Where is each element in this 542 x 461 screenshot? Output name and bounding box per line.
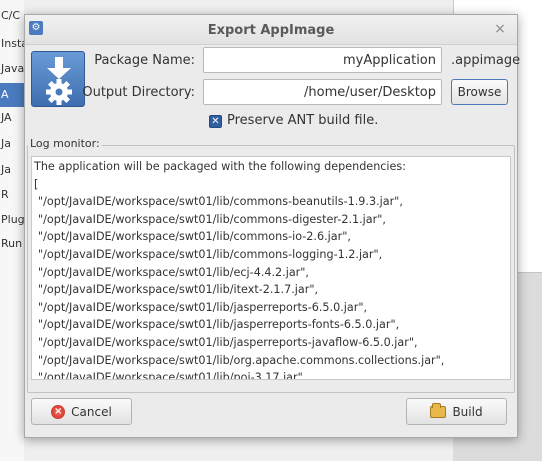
dialog-titlebar[interactable]: ⚙ Export AppImage ×	[25, 15, 517, 45]
background-tree-item: A	[0, 83, 24, 107]
log-line: "/opt/JavaIDE/workspace/swt01/lib/org.ap…	[38, 353, 445, 367]
background-tree-item: Java	[1, 62, 24, 75]
background-tree-item: Plug	[1, 213, 24, 226]
log-line: "/opt/JavaIDE/workspace/swt01/lib/common…	[38, 247, 383, 261]
package-name-input[interactable]	[203, 47, 442, 73]
browse-button[interactable]: Browse	[451, 79, 508, 105]
background-tree-item: C/C	[1, 9, 21, 22]
background-tree-item: Run	[1, 237, 23, 250]
build-button-label: Build	[452, 404, 483, 419]
background-tree-item: JA	[1, 111, 12, 124]
background-tree-item: R	[1, 188, 9, 201]
log-line: "/opt/JavaIDE/workspace/swt01/lib/common…	[38, 212, 386, 226]
background-tree-item: Insta	[1, 37, 24, 50]
build-button[interactable]: Build	[406, 398, 507, 425]
folder-icon	[430, 402, 447, 418]
close-button[interactable]: ×	[493, 22, 507, 36]
log-line: "/opt/JavaIDE/workspace/swt01/lib/jasper…	[38, 300, 368, 314]
package-suffix-label: .appimage	[451, 53, 521, 68]
dialog-title: Export AppImage	[207, 23, 335, 38]
package-name-label: Package Name:	[94, 53, 195, 68]
background-tree-item: Ja	[1, 163, 11, 176]
export-appimage-dialog: ⚙ Export AppImage × Package Name: .appim…	[24, 14, 521, 438]
log-line: "/opt/JavaIDE/workspace/swt01/lib/poi-3.…	[38, 371, 307, 380]
log-line: "/opt/JavaIDE/workspace/swt01/lib/ecj-4.…	[38, 265, 309, 279]
output-directory-input[interactable]	[203, 79, 442, 105]
log-line: The application will be packaged with th…	[34, 160, 407, 173]
log-monitor-legend: Log monitor:	[28, 137, 102, 150]
preserve-ant-label[interactable]: Preserve ANT build file.	[227, 113, 378, 128]
log-monitor-textarea[interactable]: The application will be packaged with th…	[31, 156, 511, 380]
log-line: "/opt/JavaIDE/workspace/swt01/lib/common…	[38, 230, 351, 244]
log-line: "/opt/JavaIDE/workspace/swt01/lib/common…	[38, 195, 403, 209]
cancel-button[interactable]: × Cancel	[31, 398, 132, 425]
log-line: "/opt/JavaIDE/workspace/swt01/lib/jasper…	[38, 335, 418, 349]
preserve-ant-checkbox[interactable]: ✕	[209, 115, 222, 128]
cancel-button-label: Cancel	[71, 404, 112, 419]
log-line: "/opt/JavaIDE/workspace/swt01/lib/itext-…	[38, 283, 319, 297]
background-project-tree: C/C Insta Java A JA Ja Ja R Plug Run	[0, 0, 24, 461]
output-directory-label: Output Directory:	[82, 85, 195, 100]
log-line: "/opt/JavaIDE/workspace/swt01/lib/jasper…	[38, 318, 400, 332]
log-line: [	[34, 177, 39, 191]
cancel-icon: ×	[51, 404, 66, 419]
background-tree-item: Ja	[1, 137, 11, 150]
